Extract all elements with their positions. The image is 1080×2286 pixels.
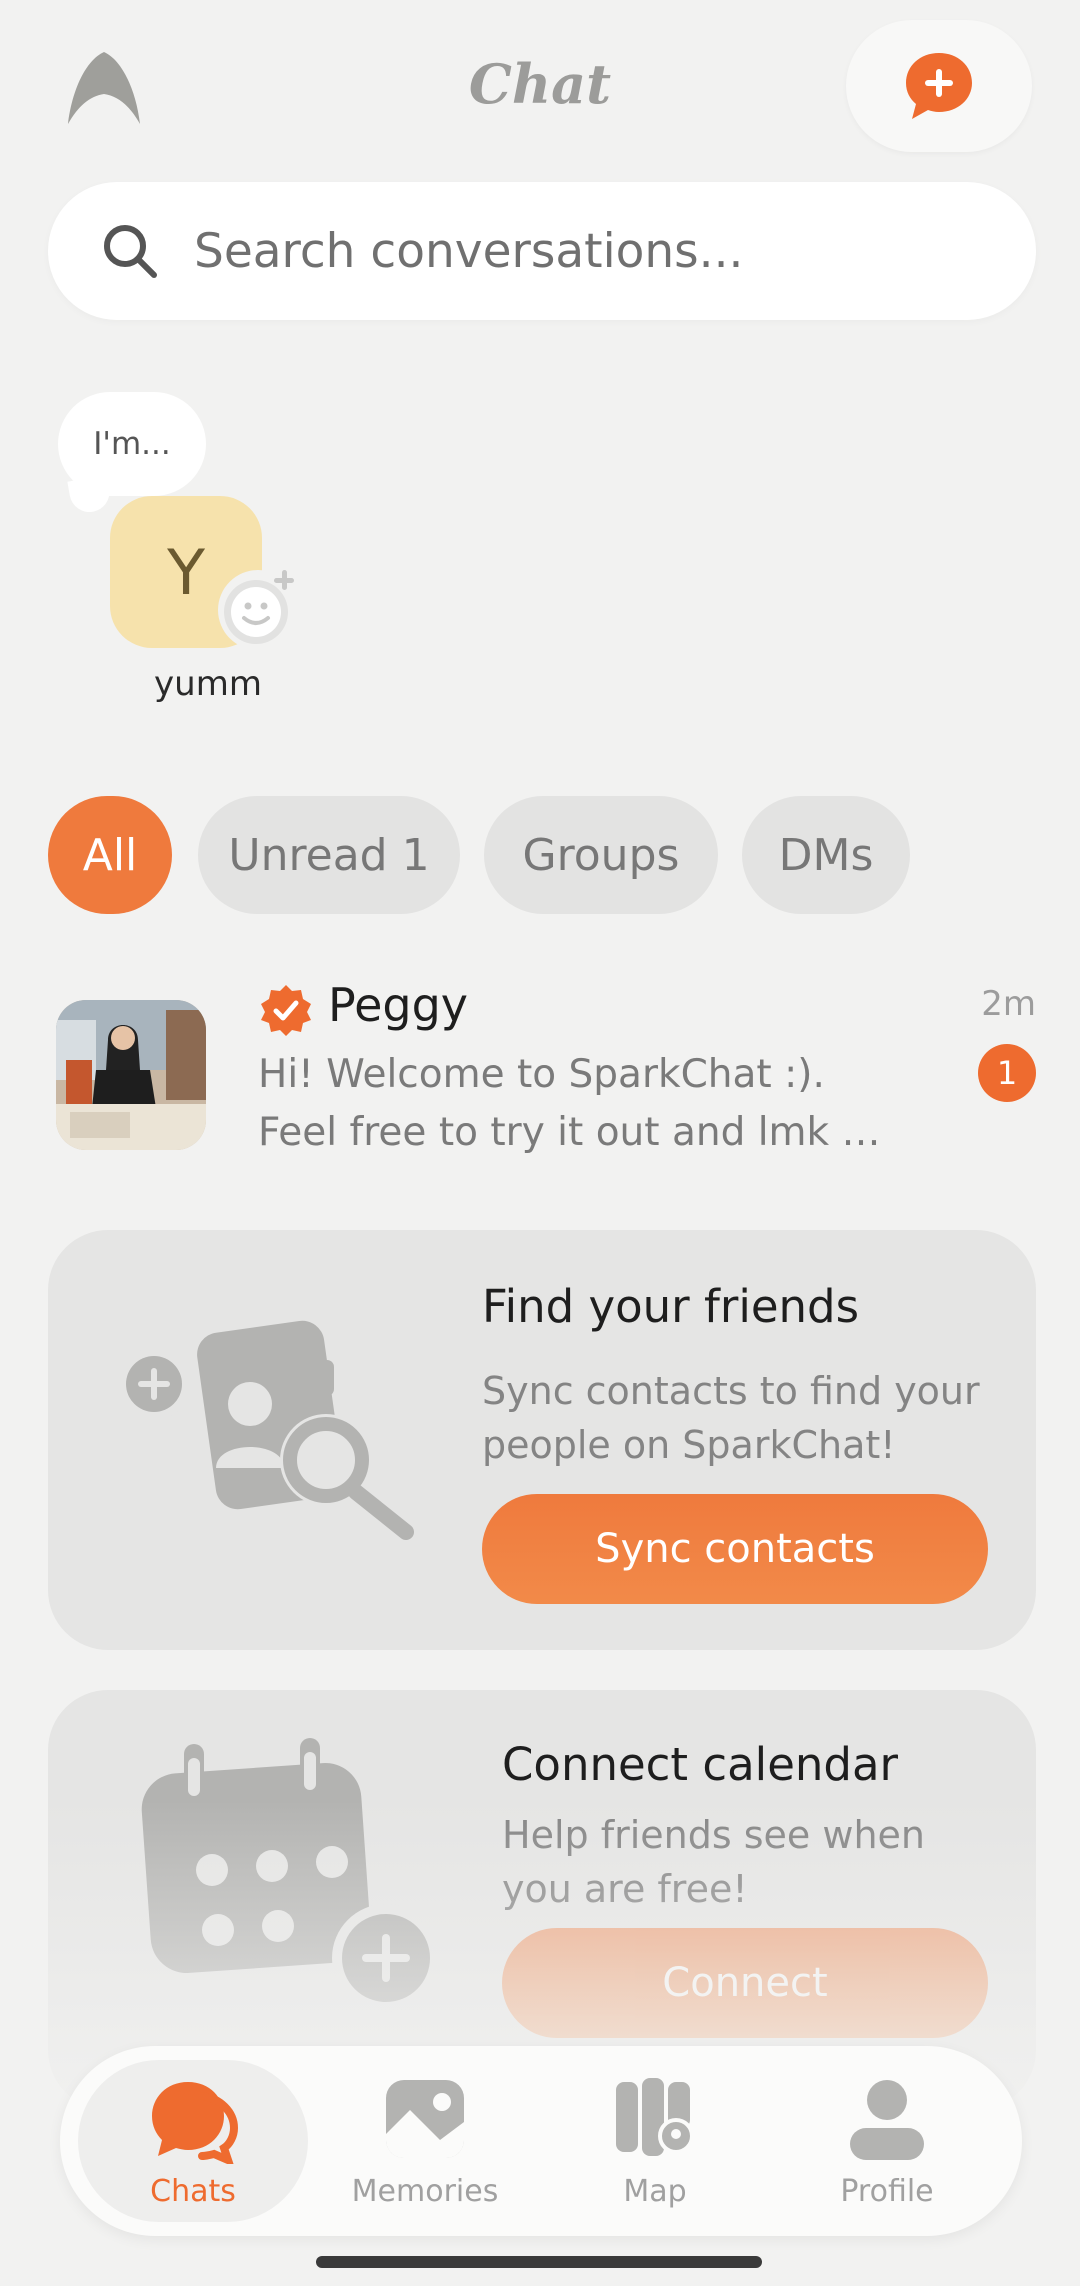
search-bar[interactable]: Search conversations... bbox=[48, 182, 1036, 320]
connect-calendar-button[interactable]: Connect bbox=[502, 1928, 988, 2038]
search-input[interactable]: Search conversations... bbox=[194, 224, 743, 279]
chat-preview-line-1: Hi! Welcome to SparkChat :). bbox=[258, 1052, 825, 1097]
chat-preview-line-2: Feel free to try it out and lmk … bbox=[258, 1110, 881, 1155]
nav-chats-label: Chats bbox=[150, 2174, 236, 2209]
chats-icon bbox=[152, 2082, 238, 2164]
contact-avatar bbox=[56, 1000, 206, 1150]
nav-memories-label: Memories bbox=[351, 2174, 499, 2209]
map-icon bbox=[616, 2078, 694, 2156]
nav-chats[interactable]: Chats bbox=[78, 2060, 308, 2222]
verified-icon bbox=[261, 985, 311, 1036]
nav-profile[interactable]: Profile bbox=[772, 2060, 1002, 2222]
new-chat-button[interactable] bbox=[846, 20, 1032, 152]
status-bubble[interactable]: I'm... bbox=[58, 392, 206, 496]
find-friends-description: Sync contacts to find your people on Spa… bbox=[482, 1364, 1002, 1472]
photo-icon bbox=[386, 2080, 464, 2158]
connect-calendar-description: Help friends see when you are free! bbox=[502, 1808, 982, 1916]
chat-contact-name: Peggy bbox=[328, 978, 469, 1032]
calendar-icon bbox=[141, 1738, 440, 2012]
find-friends-desc-line-1: Sync contacts to find your bbox=[482, 1369, 980, 1413]
find-friends-title: Find your friends bbox=[482, 1280, 860, 1333]
user-name: yumm bbox=[154, 664, 262, 704]
chat-preview: Hi! Welcome to SparkChat :). Feel free t… bbox=[258, 1046, 881, 1162]
find-friends-desc-line-2: people on SparkChat! bbox=[482, 1423, 896, 1467]
sync-contacts-button[interactable]: Sync contacts bbox=[482, 1494, 988, 1604]
nav-profile-label: Profile bbox=[840, 2174, 934, 2209]
calendar-desc-line-2: you are free! bbox=[502, 1867, 748, 1911]
calendar-desc-line-1: Help friends see when bbox=[502, 1813, 925, 1857]
profile-icon bbox=[850, 2080, 924, 2160]
contacts-book-icon bbox=[118, 1320, 414, 1540]
unread-badge: 1 bbox=[978, 1044, 1036, 1102]
nav-map-label: Map bbox=[623, 2174, 687, 2209]
connect-calendar-title: Connect calendar bbox=[502, 1738, 899, 1791]
nav-memories[interactable]: Memories bbox=[310, 2060, 540, 2222]
home-indicator[interactable] bbox=[316, 2256, 762, 2268]
nav-map[interactable]: Map bbox=[540, 2060, 770, 2222]
filter-groups[interactable]: Groups bbox=[484, 796, 718, 914]
add-status-icon[interactable] bbox=[212, 562, 304, 654]
filter-all[interactable]: All bbox=[48, 796, 172, 914]
search-icon bbox=[104, 225, 157, 278]
filter-dms[interactable]: DMs bbox=[742, 796, 910, 914]
chat-timestamp: 2m bbox=[981, 984, 1036, 1024]
filter-unread[interactable]: Unread 1 bbox=[198, 796, 460, 914]
new-chat-icon bbox=[906, 53, 972, 119]
